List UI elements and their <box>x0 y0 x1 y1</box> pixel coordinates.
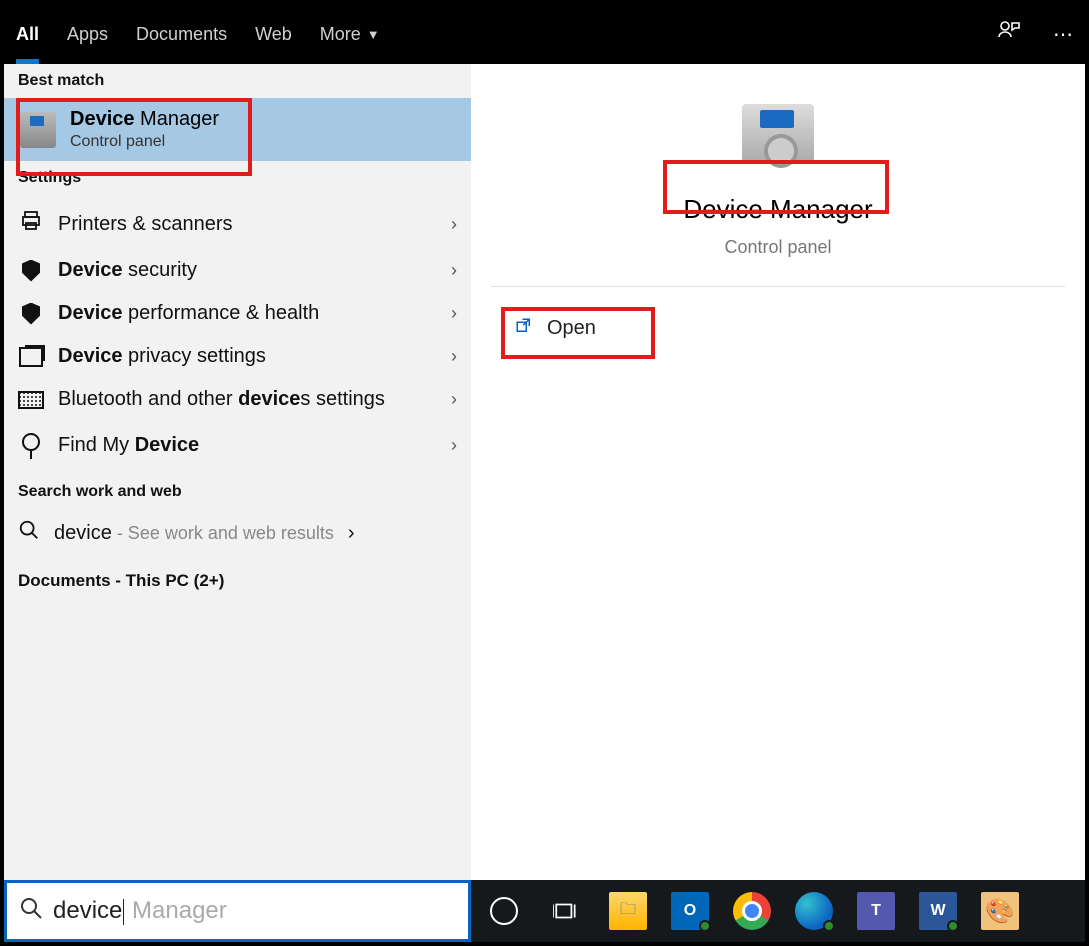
settings-item-label: Device performance & health <box>58 302 319 325</box>
settings-item-label: Find My Device <box>58 434 199 457</box>
feedback-icon[interactable] <box>997 19 1021 49</box>
filter-tab-all[interactable]: All <box>16 4 39 64</box>
documents-heading: Documents - This PC (2+) <box>4 557 471 605</box>
search-icon <box>18 519 40 547</box>
open-action[interactable]: Open <box>491 307 1065 350</box>
chrome-icon[interactable] <box>733 892 771 930</box>
chevron-right-icon: › <box>451 214 457 235</box>
annotation-highlight-box <box>16 98 252 176</box>
settings-item-device-performance-health[interactable]: Device performance & health › <box>4 292 471 335</box>
file-explorer-icon[interactable]: 🗀 <box>609 892 647 930</box>
chevron-right-icon: › <box>451 346 457 367</box>
printer-icon <box>18 209 44 239</box>
settings-item-find-my-device[interactable]: Find My Device › <box>4 421 471 469</box>
settings-item-device-security[interactable]: Device security › <box>4 249 471 292</box>
task-view-icon[interactable] <box>547 892 585 930</box>
chevron-right-icon: › <box>451 435 457 456</box>
settings-item-bluetooth-devices[interactable]: Bluetooth and other devices settings › <box>4 378 471 421</box>
filter-tab-web[interactable]: Web <box>255 4 292 64</box>
settings-item-printers-scanners[interactable]: Printers & scanners › <box>4 199 471 249</box>
location-icon <box>18 431 44 459</box>
chevron-down-icon: ▼ <box>367 27 380 42</box>
search-results-area: Best match Device Manager Control panel … <box>4 64 1085 880</box>
settings-item-label: Printers & scanners <box>58 213 233 236</box>
cortana-icon[interactable] <box>485 892 523 930</box>
filter-tab-apps[interactable]: Apps <box>67 4 108 64</box>
best-match-device-manager[interactable]: Device Manager Control panel <box>4 98 471 161</box>
annotation-highlight-box <box>663 160 889 214</box>
shield-icon <box>18 260 44 282</box>
privacy-icon <box>18 347 44 367</box>
settings-item-label: Bluetooth and other devices settings <box>58 388 385 411</box>
work-web-label: device - See work and web results <box>54 522 334 545</box>
paint-icon[interactable]: 🎨 <box>981 892 1019 930</box>
annotation-highlight-box <box>501 307 655 359</box>
search-text: device Manager <box>53 897 227 925</box>
settings-item-label: Device security <box>58 259 197 282</box>
search-input[interactable]: device Manager <box>4 880 471 942</box>
more-options-icon[interactable]: ⋯ <box>1053 22 1073 47</box>
search-icon <box>19 896 43 926</box>
search-filter-bar: All Apps Documents Web More ▼ ⋯ <box>4 4 1085 64</box>
preview-subtitle: Control panel <box>724 237 831 258</box>
work-web-search-item[interactable]: device - See work and web results › <box>4 509 471 557</box>
filter-tab-more-label: More <box>320 24 361 45</box>
chevron-right-icon: › <box>451 389 457 410</box>
settings-item-device-privacy[interactable]: Device privacy settings › <box>4 335 471 378</box>
taskbar: 🗀 O T W 🎨 <box>471 880 1085 942</box>
devices-icon <box>18 391 44 409</box>
chevron-right-icon: › <box>451 260 457 281</box>
result-preview-pane: Device Manager Control panel Open <box>471 64 1085 880</box>
chevron-right-icon: › <box>348 522 355 545</box>
shield-icon <box>18 303 44 325</box>
best-match-heading: Best match <box>4 64 471 98</box>
chevron-right-icon: › <box>451 303 457 324</box>
bottom-bar: device Manager 🗀 O T W 🎨 <box>4 880 1085 942</box>
device-manager-large-icon <box>742 104 814 164</box>
results-list-pane: Best match Device Manager Control panel … <box>4 64 471 880</box>
settings-results-list: Printers & scanners › Device security › … <box>4 195 471 475</box>
filter-tab-more[interactable]: More ▼ <box>320 4 380 64</box>
teams-icon[interactable]: T <box>857 892 895 930</box>
work-web-heading: Search work and web <box>4 475 471 509</box>
filter-tab-documents[interactable]: Documents <box>136 4 227 64</box>
settings-item-label: Device privacy settings <box>58 345 266 368</box>
